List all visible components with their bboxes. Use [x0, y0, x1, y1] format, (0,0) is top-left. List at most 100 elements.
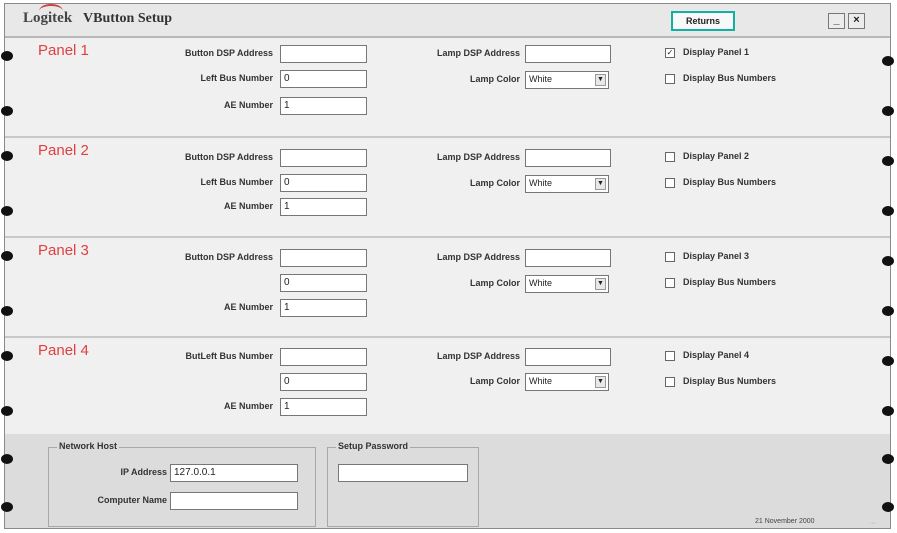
display-bus-numbers-checkbox[interactable] [665, 74, 675, 84]
returns-button[interactable]: Returns [671, 11, 735, 31]
rack-mount-hole-icon [1, 351, 13, 361]
app-title: VButton Setup [83, 11, 173, 26]
ae-number-field[interactable]: 1 [280, 198, 367, 216]
display-panel-label: Display Panel 3 [683, 251, 750, 261]
left-bus-number-field[interactable]: 0 [280, 174, 367, 192]
vbutton-setup-window: Logitek VButton Setup Returns _ × Panel … [1, 3, 894, 529]
display-bus-numbers-label: Display Bus Numbers [683, 277, 777, 287]
rack-mount-hole-icon [882, 306, 894, 316]
rack-mount-hole-icon [882, 56, 894, 66]
display-bus-numbers-checkbox[interactable] [665, 178, 675, 188]
lamp-color-label: Lamp Color [469, 74, 520, 84]
display-panel-label: Display Panel 4 [683, 350, 750, 360]
ae-number-label: AE Number [223, 201, 273, 211]
ip-address-label: IP Address [120, 467, 167, 477]
lamp-color-value: White [529, 376, 553, 386]
panel-title: Panel 3 [38, 242, 89, 259]
computer-name-field[interactable] [170, 492, 298, 510]
ip-address-field[interactable]: 127.0.0.1 [170, 464, 298, 482]
setup-password-title: Setup Password [336, 441, 411, 451]
rack-mount-hole-icon [882, 156, 894, 166]
resize-grip-icon[interactable]: ··· [869, 520, 876, 527]
ae-number-label: AE Number [223, 401, 273, 411]
setup-password-field[interactable] [338, 464, 468, 482]
network-host-title: Network Host [57, 441, 120, 451]
ae-number-field[interactable]: 1 [280, 97, 367, 115]
chevron-down-icon[interactable]: ▼ [595, 178, 606, 190]
button-dsp-address-field[interactable] [280, 348, 367, 366]
chevron-down-icon[interactable]: ▼ [595, 278, 606, 290]
rack-mount-hole-icon [882, 356, 894, 366]
chevron-down-icon[interactable]: ▼ [595, 376, 606, 388]
lamp-color-label: Lamp Color [469, 178, 520, 188]
rack-mount-hole-icon [1, 51, 13, 61]
left-bus-number-label: Left Bus Number [200, 177, 273, 187]
lamp-color-select[interactable]: White ▼ [525, 71, 609, 89]
display-bus-numbers-checkbox[interactable] [665, 278, 675, 288]
panel-1-section: Panel 1 Button DSP Address Left Bus Numb… [1, 38, 894, 138]
rack-mount-hole-icon [1, 454, 13, 464]
lamp-dsp-address-field[interactable] [525, 149, 611, 167]
display-panel-checkbox[interactable]: ✓ [665, 48, 675, 58]
lamp-dsp-address-label: Lamp DSP Address [436, 252, 520, 262]
button-dsp-address-label: Button DSP Address [184, 48, 273, 58]
lamp-dsp-address-field[interactable] [525, 348, 611, 366]
title-bar: Logitek VButton Setup Returns _ × [5, 4, 890, 38]
rack-mount-hole-icon [882, 406, 894, 416]
panel-title: Panel 4 [38, 342, 89, 359]
lamp-dsp-address-label: Lamp DSP Address [436, 152, 520, 162]
rack-mount-hole-icon [882, 256, 894, 266]
panel-4-section: Panel 4 ButLeft Bus Number 0 AE Number 1… [1, 338, 894, 434]
ae-number-label: AE Number [223, 302, 273, 312]
display-panel-checkbox[interactable] [665, 152, 675, 162]
button-dsp-address-field[interactable] [280, 249, 367, 267]
display-bus-numbers-label: Display Bus Numbers [683, 376, 777, 386]
rack-mount-hole-icon [1, 406, 13, 416]
rack-mount-hole-icon [1, 306, 13, 316]
panel-title: Panel 1 [38, 42, 89, 59]
rack-mount-hole-icon [1, 502, 13, 512]
display-panel-checkbox[interactable] [665, 351, 675, 361]
lamp-dsp-address-field[interactable] [525, 249, 611, 267]
lamp-color-value: White [529, 278, 553, 288]
lamp-color-select[interactable]: White ▼ [525, 175, 609, 193]
left-bus-number-field[interactable]: 0 [280, 373, 367, 391]
panel-title: Panel 2 [38, 142, 89, 159]
lamp-dsp-address-field[interactable] [525, 45, 611, 63]
lamp-color-value: White [529, 74, 553, 84]
computer-name-label: Computer Name [97, 495, 167, 505]
close-button[interactable]: × [848, 13, 865, 29]
display-bus-numbers-label: Display Bus Numbers [683, 177, 777, 187]
lamp-color-select[interactable]: White ▼ [525, 275, 609, 293]
logitek-logo: Logitek [23, 10, 73, 26]
lamp-color-value: White [529, 178, 553, 188]
network-host-group: Network Host IP Address 127.0.0.1 Comput… [48, 441, 316, 527]
lamp-color-select[interactable]: White ▼ [525, 373, 609, 391]
rack-mount-hole-icon [882, 454, 894, 464]
chevron-down-icon[interactable]: ▼ [595, 74, 606, 86]
left-bus-number-field[interactable]: 0 [280, 70, 367, 88]
rack-mount-hole-icon [882, 206, 894, 216]
rack-mount-hole-icon [1, 251, 13, 261]
left-bus-number-label: Left Bus Number [200, 73, 273, 83]
setup-password-group: Setup Password [327, 441, 479, 527]
left-bus-number-field[interactable]: 0 [280, 274, 367, 292]
display-bus-numbers-label: Display Bus Numbers [683, 73, 777, 83]
lamp-color-label: Lamp Color [469, 278, 520, 288]
button-dsp-address-field[interactable] [280, 149, 367, 167]
rack-mount-hole-icon [1, 106, 13, 116]
ae-number-field[interactable]: 1 [280, 398, 367, 416]
display-bus-numbers-checkbox[interactable] [665, 377, 675, 387]
rack-mount-hole-icon [882, 502, 894, 512]
panel-3-section: Panel 3 Button DSP Address 0 AE Number 1… [1, 238, 894, 338]
display-panel-label: Display Panel 2 [683, 151, 750, 161]
lamp-color-label: Lamp Color [469, 376, 520, 386]
rack-mount-hole-icon [882, 106, 894, 116]
ae-number-field[interactable]: 1 [280, 299, 367, 317]
button-dsp-address-field[interactable] [280, 45, 367, 63]
lamp-dsp-address-label: Lamp DSP Address [436, 48, 520, 58]
display-panel-label: Display Panel 1 [683, 47, 750, 57]
rack-mount-hole-icon [1, 151, 13, 161]
minimize-button[interactable]: _ [828, 13, 845, 29]
display-panel-checkbox[interactable] [665, 252, 675, 262]
